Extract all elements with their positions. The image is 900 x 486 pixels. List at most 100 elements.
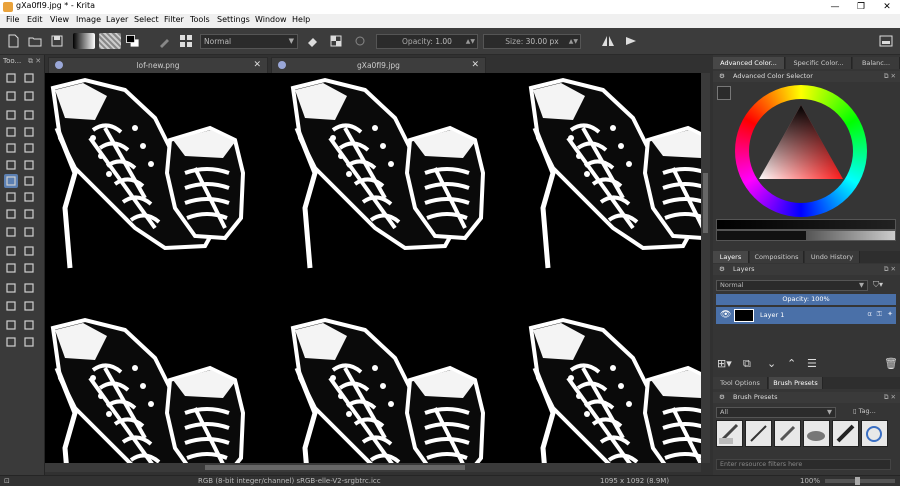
menu-filter[interactable]: Filter [164,15,184,24]
tab-lof-new[interactable]: lof-new.png ✕ [48,57,268,73]
tab-specific-color[interactable]: Specific Color... [786,57,852,69]
alpha-inherit-icon[interactable]: α [867,310,872,318]
filter-icon[interactable]: ⛉▾ [873,280,883,290]
menu-window[interactable]: Window [255,15,287,24]
rectangle-icon[interactable] [4,108,18,122]
tab-layers[interactable]: Layers [713,251,749,263]
mirror-vertical-icon[interactable] [623,33,639,49]
close-window-button[interactable]: ✕ [874,0,900,14]
gear-icon[interactable]: ⚙ [719,71,725,82]
polygon-icon[interactable] [4,125,18,139]
gear-icon[interactable]: ⚙ [719,264,725,275]
menu-edit[interactable]: Edit [27,15,43,24]
brush-preset[interactable] [745,420,772,447]
tab-undo-history[interactable]: Undo History [805,251,860,263]
size-slider[interactable]: Size: 30.00 px ▲▼ [483,34,581,49]
blend-mode-select[interactable]: Normal ▼ [200,34,298,49]
gear-icon[interactable]: ⚙ [719,392,725,403]
gradient-icon[interactable] [22,190,36,204]
float-close-buttons[interactable]: ⧉ ✕ [884,71,896,82]
magnetic-select-icon[interactable] [22,299,36,313]
move-up-icon[interactable]: ⌃ [787,357,796,370]
opacity-slider[interactable]: Opacity: 1.00 ▲▼ [376,34,478,49]
pattern-selector[interactable] [99,33,121,49]
float-close-buttons[interactable]: ⧉ ✕ [884,392,896,403]
crop-icon[interactable] [4,190,18,204]
menu-image[interactable]: Image [76,15,101,24]
polyline-icon[interactable] [22,125,36,139]
ellipse-icon[interactable] [22,108,36,122]
new-document-icon[interactable] [5,33,21,49]
minimize-button[interactable]: — [822,0,848,14]
layer-blend-select[interactable]: Normal ▼ [716,280,868,291]
brush-preset[interactable] [861,420,888,447]
float-close-buttons[interactable]: ⧉ ✕ [884,264,896,275]
layer-row-layer-1[interactable]: 👁 Layer 1 α ⚿ ✦ [716,307,896,324]
tab-gxa0fi9[interactable]: gXa0fI9.jpg ✕ [271,57,486,73]
brush-preset[interactable] [803,420,830,447]
freehand-select-icon[interactable] [22,261,36,275]
color-selector-settings-icon[interactable] [717,86,731,100]
brush-icon[interactable] [157,33,173,49]
tag-button[interactable]: ▯ Tag... [853,407,876,415]
assistant-icon[interactable] [22,318,36,332]
visibility-eye-icon[interactable]: 👁 [720,310,731,320]
fill-icon[interactable] [4,207,18,221]
line-icon[interactable] [22,89,36,103]
similar-select-icon[interactable] [22,281,36,295]
dynamic-brush-icon[interactable] [4,158,18,172]
pan-icon[interactable] [4,335,18,349]
menu-view[interactable]: View [50,15,69,24]
color-triangle[interactable] [749,99,853,203]
tab-compositions[interactable]: Compositions [750,251,804,263]
close-tab-icon[interactable]: ✕ [471,60,479,70]
lock-icon[interactable]: ⚿ [877,310,882,319]
brush-presets-grid-icon[interactable] [178,33,194,49]
tab-advanced-color[interactable]: Advanced Color... [713,57,785,69]
bezier-curve-icon[interactable] [4,141,18,155]
duplicate-layer-icon[interactable]: ⧉ [743,357,751,371]
text-icon[interactable] [22,71,36,85]
tab-tool-options[interactable]: Tool Options [713,377,768,389]
preset-search-input[interactable]: Enter resource filters here [716,459,891,470]
alpha-lock-icon[interactable]: ✦ [887,310,893,318]
zoom-level[interactable]: 100% [800,477,820,485]
polygon-select-icon[interactable] [4,261,18,275]
menu-help[interactable]: Help [292,15,310,24]
canvas[interactable] [45,73,701,463]
horizontal-scrollbar[interactable] [45,463,701,472]
ellipse-select-icon[interactable] [22,244,36,258]
colorize-mask-icon[interactable] [4,225,18,239]
menu-layer[interactable]: Layer [106,15,128,24]
zoom-icon[interactable] [22,335,36,349]
color-swatch-fg-bg[interactable] [125,33,145,49]
color-history-bar-2[interactable] [716,230,896,241]
layer-opacity-slider[interactable]: Opacity: 100% [716,294,896,305]
workspace-chooser-icon[interactable] [878,33,894,49]
reload-preset-icon[interactable] [352,33,368,49]
zoom-slider[interactable] [825,477,895,485]
brush-preset[interactable] [774,420,801,447]
tab-balance[interactable]: Balanc... [853,57,900,69]
rect-select-icon[interactable] [4,244,18,258]
freehand-path-icon[interactable] [22,141,36,155]
mirror-horizontal-icon[interactable] [600,33,616,49]
toolbox-float-close[interactable]: ⧉ ✕ [28,57,41,66]
menu-tools[interactable]: Tools [190,15,210,24]
menu-select[interactable]: Select [134,15,159,24]
color-picker-icon[interactable] [22,207,36,221]
tab-brush-presets[interactable]: Brush Presets [769,377,823,389]
layer-properties-icon[interactable]: ☰ [807,357,817,370]
contiguous-select-icon[interactable] [4,281,18,295]
maximize-button[interactable]: ❐ [848,0,874,14]
delete-layer-icon[interactable]: 🗑 [884,357,898,370]
move-down-icon[interactable]: ⌄ [767,357,776,370]
vertical-scrollbar[interactable] [701,73,710,463]
alpha-lock-icon[interactable] [328,33,344,49]
color-history-bar[interactable] [716,219,896,230]
add-layer-icon[interactable]: ⊞▾ [717,357,732,370]
measure-icon[interactable] [4,318,18,332]
select-shapes-icon[interactable] [4,71,18,85]
save-icon[interactable] [49,33,65,49]
multibrush-icon[interactable] [22,158,36,172]
